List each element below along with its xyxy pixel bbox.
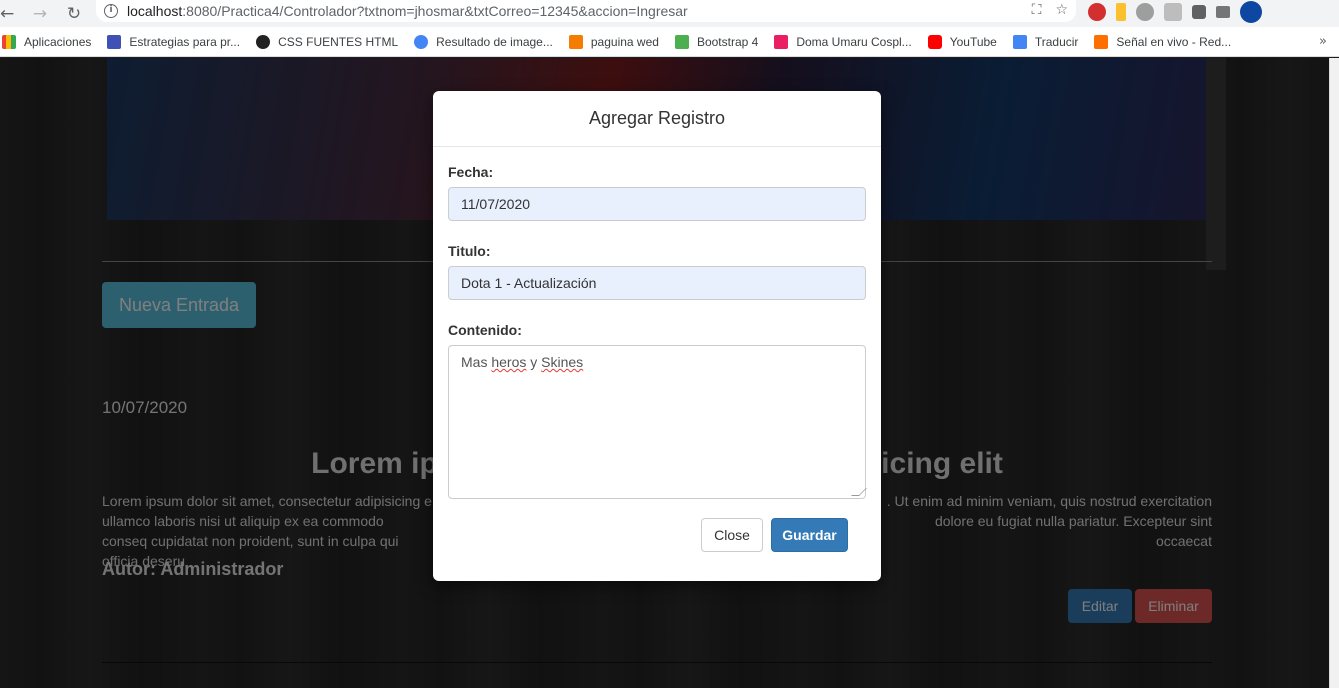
bookmark-site-icon	[256, 34, 271, 49]
fecha-label: Fecha:	[448, 164, 494, 180]
browser-toolbar: ← → ↻ i localhost:8080/Practica4/Control…	[0, 0, 1339, 27]
bookmark-item[interactable]: Doma Umaru Cospl...	[774, 34, 912, 49]
extension-icon[interactable]	[1136, 3, 1154, 21]
youtube-icon	[927, 34, 942, 49]
avatar[interactable]	[1240, 1, 1262, 23]
bookmark-item[interactable]: Resultado de image...	[414, 34, 553, 49]
titulo-input[interactable]: Dota 1 - Actualización	[448, 266, 866, 300]
bookmark-item[interactable]: Aplicaciones	[2, 34, 92, 49]
bookmark-label: Bootstrap 4	[696, 34, 759, 49]
bookmark-label: Aplicaciones	[24, 34, 92, 49]
apps-grid-icon	[2, 34, 16, 49]
bookmark-label: Estrategias para pr...	[129, 34, 241, 49]
media-icon[interactable]	[1216, 6, 1230, 18]
bookmark-site-icon	[774, 34, 789, 49]
modal-title: Agregar Registro	[588, 108, 726, 128]
bookmark-label: Señal en vivo - Red...	[1116, 34, 1232, 49]
star-icon[interactable]: ☆	[1055, 2, 1068, 18]
resize-grip-icon[interactable]	[851, 488, 867, 496]
bookmark-label: Traducir	[1034, 34, 1079, 49]
translate-icon	[1012, 34, 1027, 49]
contenido-label: Contenido:	[448, 322, 522, 338]
save-button[interactable]: Guardar	[771, 518, 848, 552]
bookmarks-bar: Aplicaciones Estrategias para pr... CSS …	[0, 27, 1339, 57]
bookmark-label: YouTube	[949, 34, 997, 49]
reload-icon[interactable]: ↻	[62, 2, 86, 26]
titulo-label: Titulo:	[448, 243, 491, 259]
bookmark-site-icon	[674, 34, 689, 49]
google-icon	[414, 34, 429, 49]
bookmark-item[interactable]: Estrategias para pr...	[107, 34, 241, 49]
extension-icon[interactable]	[1116, 3, 1126, 21]
bookmark-item[interactable]: Señal en vivo - Red...	[1094, 34, 1232, 49]
bookmark-site-icon	[568, 34, 583, 49]
bookmark-label: Doma Umaru Cospl...	[796, 34, 912, 49]
fecha-input[interactable]: 11/07/2020	[448, 187, 866, 221]
forward-arrow-icon[interactable]: →	[28, 2, 52, 26]
bookmark-item[interactable]: YouTube	[927, 34, 997, 49]
back-arrow-icon[interactable]: ←	[0, 2, 16, 26]
bookmark-label: paguina wed	[590, 34, 659, 49]
url-text[interactable]: localhost:8080/Practica4/Controlador?txt…	[127, 3, 688, 19]
info-icon[interactable]: i	[104, 4, 118, 18]
bookmark-site-icon	[107, 34, 122, 49]
extension-icon[interactable]	[1088, 3, 1106, 21]
add-record-modal: Agregar Registro Fecha: 11/07/2020 Titul…	[433, 91, 881, 581]
bookmark-item[interactable]: CSS FUENTES HTML	[256, 34, 399, 49]
extension-icons	[1088, 1, 1262, 23]
url-host: localhost	[127, 3, 183, 19]
address-bar[interactable]: i localhost:8080/Practica4/Controlador?t…	[96, 0, 1076, 22]
translate-icon[interactable]: ⛶	[1032, 2, 1042, 18]
puzzle-icon[interactable]	[1192, 5, 1206, 19]
bookmark-item[interactable]: Bootstrap 4	[674, 34, 759, 49]
chevron-right-icon[interactable]: »	[1319, 34, 1327, 49]
url-path: :8080/Practica4/Controlador?txtnom=jhosm…	[182, 3, 688, 19]
textarea-text: y	[526, 354, 542, 370]
close-button[interactable]: Close	[701, 518, 763, 552]
bookmark-label: CSS FUENTES HTML	[278, 34, 399, 49]
textarea-text: heros	[491, 354, 527, 370]
scrollbar[interactable]	[1329, 58, 1339, 688]
bookmark-site-icon	[1094, 34, 1109, 49]
bookmark-item[interactable]: Traducir	[1012, 34, 1079, 49]
textarea-text: Skines	[541, 354, 584, 370]
bookmark-label: Resultado de image...	[436, 34, 553, 49]
modal-header: Agregar Registro	[433, 91, 881, 147]
extension-icon[interactable]	[1164, 3, 1182, 21]
bookmark-item[interactable]: paguina wed	[568, 34, 659, 49]
contenido-textarea[interactable]: Mas heros y Skines	[448, 345, 867, 499]
textarea-text: Mas	[461, 354, 492, 370]
